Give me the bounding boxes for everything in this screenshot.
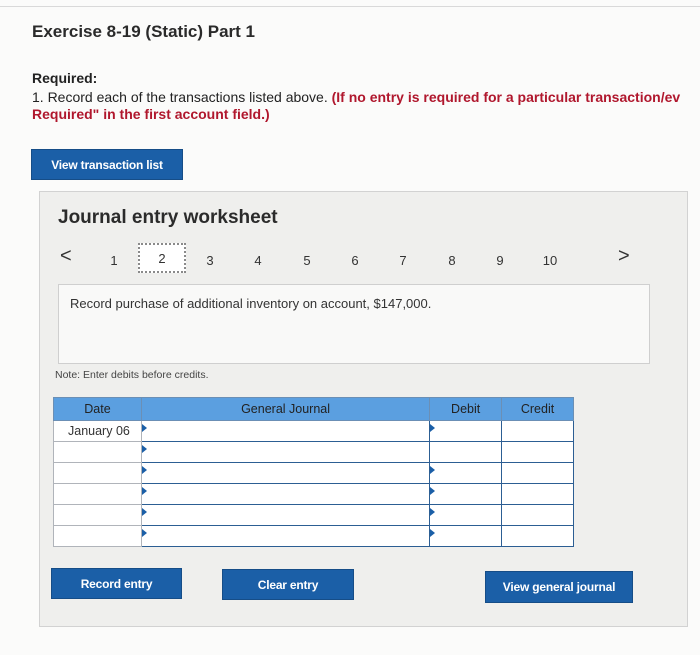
- debit-input[interactable]: [429, 504, 503, 526]
- date-cell: [53, 441, 142, 463]
- view-transaction-list-button[interactable]: View transaction list: [31, 149, 183, 180]
- dropdown-indicator-icon: [430, 529, 436, 537]
- instruction-emphasis-continued: Required" in the first account field.): [32, 106, 270, 122]
- clear-entry-button[interactable]: Clear entry: [222, 569, 354, 600]
- entry-note: Note: Enter debits before credits.: [55, 369, 209, 381]
- transaction-description: Record purchase of additional inventory …: [70, 296, 432, 311]
- table-row: January 06: [53, 420, 574, 442]
- page-3-tab[interactable]: 3: [198, 247, 222, 273]
- required-heading: Required:: [32, 70, 98, 86]
- page-2-tab[interactable]: 2: [138, 243, 186, 273]
- dropdown-indicator-icon: [141, 529, 147, 537]
- account-input[interactable]: [140, 525, 431, 547]
- account-input[interactable]: [140, 483, 431, 505]
- debit-input[interactable]: [429, 420, 503, 442]
- page-4-tab[interactable]: 4: [246, 247, 270, 273]
- account-input[interactable]: [140, 504, 431, 526]
- credit-input[interactable]: [501, 504, 574, 526]
- journal-entry-table: Date General Journal Debit Credit Januar…: [53, 397, 574, 547]
- dropdown-indicator-icon: [430, 466, 436, 474]
- debit-input[interactable]: [429, 525, 503, 547]
- table-header-row: Date General Journal Debit Credit: [53, 397, 574, 421]
- debit-column-header: Debit: [429, 397, 503, 421]
- table-row: [53, 525, 574, 547]
- worksheet-title: Journal entry worksheet: [58, 207, 278, 228]
- debit-input[interactable]: [429, 441, 503, 463]
- credit-input[interactable]: [501, 483, 574, 505]
- credit-input[interactable]: [501, 441, 574, 463]
- table-row: [53, 462, 574, 484]
- table-row: [53, 504, 574, 526]
- instruction-text: 1. Record each of the transactions liste…: [32, 89, 328, 105]
- credit-input[interactable]: [501, 525, 574, 547]
- page-title: Exercise 8-19 (Static) Part 1: [32, 22, 256, 41]
- general-journal-column-header: General Journal: [140, 397, 431, 421]
- page-1-tab[interactable]: 1: [102, 247, 126, 273]
- credit-input[interactable]: [501, 420, 574, 442]
- debit-input[interactable]: [429, 483, 503, 505]
- date-cell: [53, 525, 142, 547]
- required-instruction: 1. Record each of the transactions liste…: [32, 89, 680, 105]
- table-row: [53, 441, 574, 463]
- page-6-tab[interactable]: 6: [343, 247, 367, 273]
- prev-page-button[interactable]: <: [60, 245, 72, 268]
- date-cell: [53, 462, 142, 484]
- account-input[interactable]: [140, 462, 431, 484]
- page-8-tab[interactable]: 8: [440, 247, 464, 273]
- date-cell: [53, 504, 142, 526]
- next-page-button[interactable]: >: [618, 245, 630, 268]
- top-divider: [0, 6, 700, 7]
- view-general-journal-button[interactable]: View general journal: [485, 571, 633, 603]
- dropdown-indicator-icon: [430, 424, 436, 432]
- credit-column-header: Credit: [501, 397, 574, 421]
- page-7-tab[interactable]: 7: [391, 247, 415, 273]
- dropdown-indicator-icon: [430, 508, 436, 516]
- date-column-header: Date: [53, 397, 142, 421]
- account-input[interactable]: [140, 420, 431, 442]
- date-cell: [53, 483, 142, 505]
- page-5-tab[interactable]: 5: [295, 247, 319, 273]
- account-input[interactable]: [140, 441, 431, 463]
- dropdown-indicator-icon: [141, 424, 147, 432]
- page-10-tab[interactable]: 10: [536, 247, 564, 273]
- table-row: [53, 483, 574, 505]
- dropdown-indicator-icon: [141, 508, 147, 516]
- instruction-emphasis: (If no entry is required for a particula…: [331, 89, 681, 105]
- dropdown-indicator-icon: [141, 487, 147, 495]
- page-9-tab[interactable]: 9: [488, 247, 512, 273]
- dropdown-indicator-icon: [141, 445, 147, 453]
- dropdown-indicator-icon: [141, 466, 147, 474]
- debit-input[interactable]: [429, 462, 503, 484]
- date-cell: January 06: [53, 420, 142, 442]
- credit-input[interactable]: [501, 462, 574, 484]
- dropdown-indicator-icon: [430, 487, 436, 495]
- record-entry-button[interactable]: Record entry: [51, 568, 182, 599]
